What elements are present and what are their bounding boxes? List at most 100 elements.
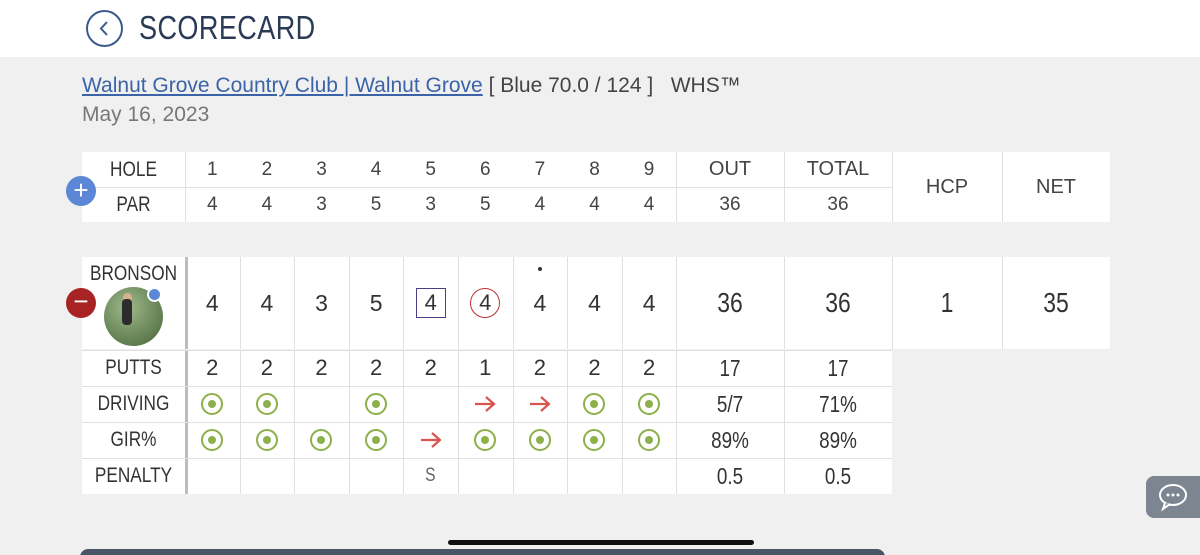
driving-cell[interactable] <box>403 386 458 422</box>
top-header: SCORECARD <box>0 0 1200 57</box>
hole-par: 4 <box>589 193 600 215</box>
net-score: 35 <box>1043 287 1069 318</box>
hole-number: 6 <box>480 158 491 180</box>
target-hit-icon <box>528 429 551 451</box>
driving-cell[interactable] <box>622 386 677 422</box>
gir-cell[interactable] <box>294 422 349 458</box>
penalty-value[interactable]: S <box>408 458 453 494</box>
round-date: May 16, 2023 <box>82 103 210 126</box>
hole-par: 4 <box>261 193 273 215</box>
back-button[interactable] <box>86 10 123 47</box>
penalty-value[interactable] <box>463 458 508 494</box>
hole-score[interactable]: 4 <box>622 257 677 349</box>
penalty-value[interactable] <box>190 458 235 494</box>
score-bogey-box: 4 <box>415 288 446 318</box>
gir-cell[interactable] <box>240 422 295 458</box>
remove-player-button[interactable]: − <box>66 288 96 318</box>
gir-out: 89% <box>711 426 749 453</box>
hole-number: 5 <box>425 158 436 180</box>
penalty-value[interactable] <box>518 458 563 494</box>
target-hit-icon <box>310 429 333 451</box>
stroke-dot-icon <box>537 267 542 271</box>
course-info: Walnut Grove Country Club | Walnut Grove… <box>82 74 741 98</box>
stats-table: PUTTS 2 2 2 2 2 1 2 2 2 17 17 DRIVING 5/7 71% GIR% 89% 89… <box>82 350 892 494</box>
putts-value[interactable]: 2 <box>513 350 568 386</box>
gir-cell[interactable] <box>567 422 622 458</box>
hole-score[interactable]: 5 <box>349 257 404 349</box>
gir-cell[interactable] <box>622 422 677 458</box>
hole-number: 3 <box>316 158 327 180</box>
gir-cell[interactable] <box>185 422 240 458</box>
course-link[interactable]: Walnut Grove Country Club | Walnut Grove <box>82 74 483 97</box>
target-hit-icon <box>201 429 224 451</box>
penalty-value[interactable] <box>627 458 672 494</box>
putts-value[interactable]: 2 <box>185 350 240 386</box>
penalty-value[interactable] <box>572 458 617 494</box>
divider <box>784 257 785 349</box>
putts-total: 17 <box>827 354 849 381</box>
hole-score[interactable]: 4 <box>240 257 295 349</box>
driving-cell[interactable] <box>513 386 568 422</box>
driving-out: 5/7 <box>716 390 744 417</box>
home-indicator <box>448 540 754 545</box>
putts-value[interactable]: 2 <box>240 350 295 386</box>
chat-button[interactable] <box>1146 476 1200 518</box>
divider <box>892 257 893 349</box>
driving-cell[interactable] <box>567 386 622 422</box>
penalty-value[interactable] <box>245 458 290 494</box>
hole-par: 3 <box>316 193 327 215</box>
target-hit-icon <box>583 429 606 451</box>
out-par: 36 <box>719 193 741 215</box>
handicap-system: WHS™ <box>670 74 741 97</box>
total-par: 36 <box>827 193 849 215</box>
penalty-label: PENALTY <box>94 464 173 487</box>
target-hit-icon <box>365 393 388 415</box>
driving-cell[interactable] <box>458 386 513 422</box>
arrow-right-miss-icon <box>420 432 442 448</box>
hole-number: 1 <box>207 158 218 180</box>
hole-score[interactable]: 3 <box>294 257 349 349</box>
verified-badge-icon <box>147 287 162 302</box>
hole-par: 5 <box>370 193 382 215</box>
hole-par: 4 <box>207 193 218 215</box>
total-score: 36 <box>825 287 851 318</box>
driving-cell[interactable] <box>294 386 349 422</box>
gir-cell[interactable] <box>513 422 568 458</box>
add-player-button[interactable]: + <box>66 176 96 206</box>
hole-score[interactable]: 4 <box>185 257 240 349</box>
divider <box>1002 257 1003 349</box>
gir-label: GIR% <box>110 428 157 451</box>
par-label: PAR <box>116 192 151 216</box>
driving-cell[interactable] <box>349 386 404 422</box>
putts-value[interactable]: 2 <box>349 350 404 386</box>
putts-out: 17 <box>719 354 741 381</box>
score-birdie-circle: 4 <box>470 288 501 318</box>
gir-cell[interactable] <box>349 422 404 458</box>
score-row-body: BRONSON 4 4 3 5 4 4 4 4 4 36 36 1 35 <box>82 257 1110 349</box>
target-hit-icon <box>638 393 661 415</box>
putts-value[interactable]: 2 <box>403 350 458 386</box>
hole-par: 5 <box>480 193 491 215</box>
hole-score-birdie-cell[interactable]: 4 <box>403 257 458 349</box>
target-hit-icon <box>255 429 278 451</box>
hole-label: HOLE <box>110 157 157 181</box>
gir-cell[interactable] <box>458 422 513 458</box>
putts-value[interactable]: 2 <box>567 350 622 386</box>
hole-score-cell[interactable]: 4 <box>458 257 513 349</box>
penalty-value[interactable] <box>299 458 344 494</box>
hole-par: 3 <box>425 193 436 215</box>
hole-score[interactable]: 4 <box>567 257 622 349</box>
driving-cell[interactable] <box>185 386 240 422</box>
putts-value[interactable]: 2 <box>294 350 349 386</box>
gir-total: 89% <box>819 426 857 453</box>
putts-value[interactable]: 2 <box>622 350 677 386</box>
target-hit-icon <box>638 429 661 451</box>
penalty-value[interactable] <box>354 458 399 494</box>
driving-label: DRIVING <box>97 392 170 415</box>
putts-value[interactable]: 1 <box>458 350 513 386</box>
total-label: TOTAL <box>806 158 870 180</box>
chat-icon <box>1159 484 1187 512</box>
net-label: NET <box>1036 175 1076 198</box>
driving-cell[interactable] <box>240 386 295 422</box>
gir-cell[interactable] <box>403 422 458 458</box>
